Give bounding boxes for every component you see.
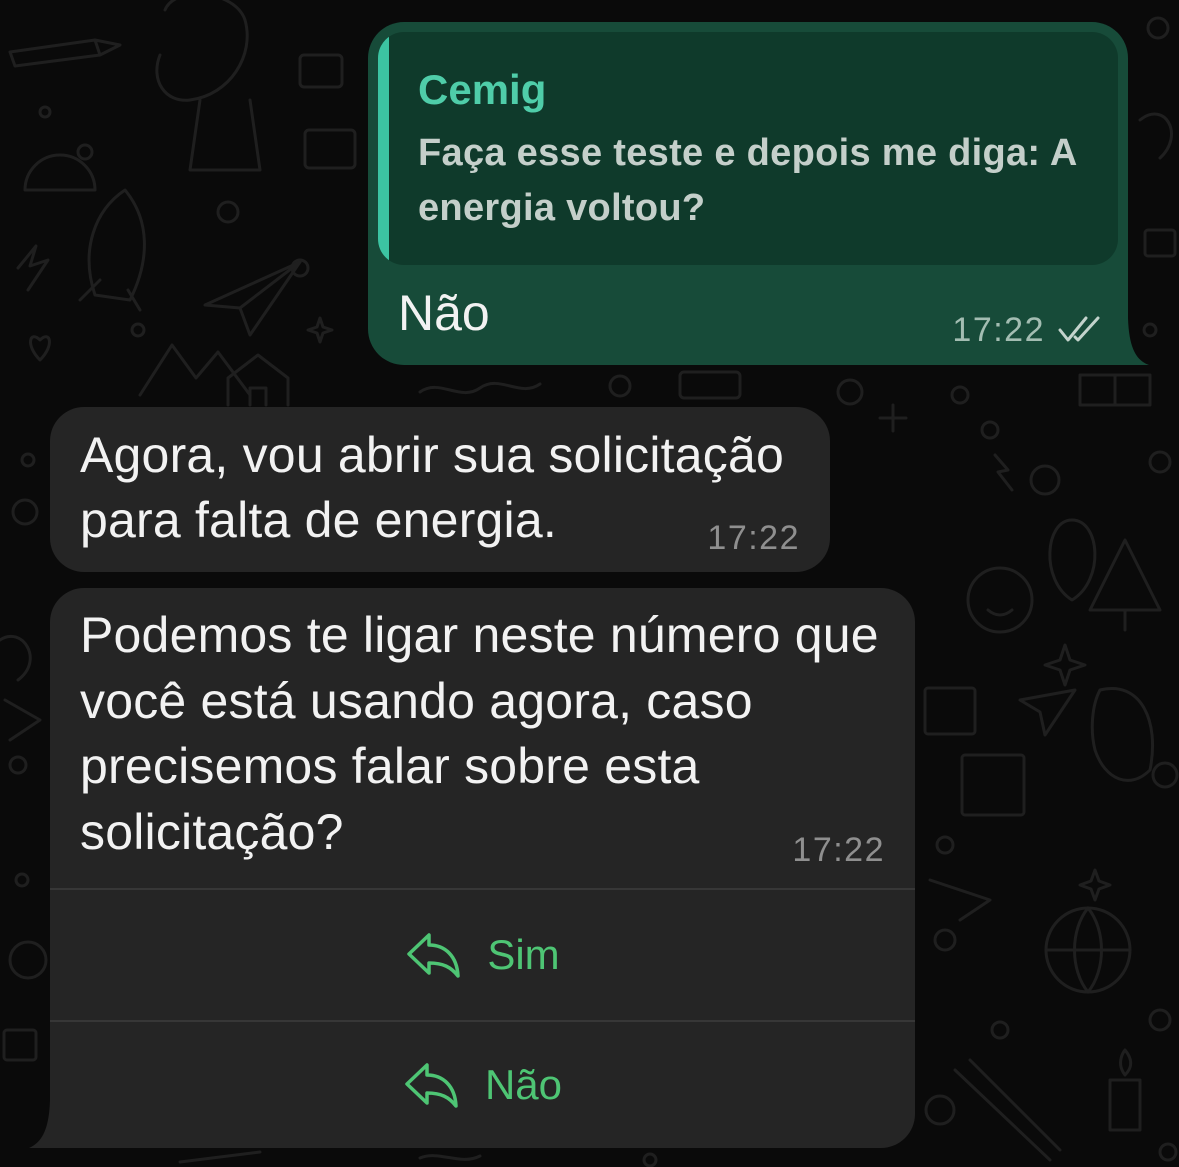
doodle-tree xyxy=(1088,538,1162,632)
doodle-heart xyxy=(29,335,51,362)
doodle-candle xyxy=(1108,1048,1142,1132)
reply-icon-shape xyxy=(407,932,461,978)
message-text-line: precisemos falar sobre esta xyxy=(80,738,700,794)
reply-icon xyxy=(407,932,461,978)
chat-screen: Cemig Faça esse teste e depois me diga: … xyxy=(0,0,1179,1167)
message-text-line: você está usando agora, caso xyxy=(80,672,753,729)
outgoing-bubble-tail xyxy=(1128,318,1149,365)
doodle-circle xyxy=(216,200,240,224)
quoted-message-text: Faça esse teste e depois me diga: A ener… xyxy=(418,126,1078,236)
doodle-figure-body xyxy=(188,98,262,172)
doodle-circle xyxy=(935,835,955,855)
doodle-arrow xyxy=(928,878,992,922)
doodle-circle xyxy=(8,755,28,775)
incoming-bubble-tail-shape xyxy=(29,1100,52,1148)
doodle-circle xyxy=(933,928,957,952)
doodle-face xyxy=(966,566,1034,634)
doodle-brick xyxy=(1078,373,1152,407)
message-text: Não xyxy=(398,283,490,343)
reply-icon xyxy=(405,1062,458,1108)
doodle-circle xyxy=(990,1020,1010,1040)
doodle-box xyxy=(298,53,344,89)
message-text-line: Podemos te ligar neste número que xyxy=(80,607,879,663)
doodle-circle xyxy=(130,322,146,338)
doodle-face-smile xyxy=(986,608,1014,617)
doodle-circle xyxy=(14,872,30,888)
message-time: 17:22 xyxy=(792,831,885,869)
doodle-arrow xyxy=(3,698,42,742)
message-time: 17:22 xyxy=(952,311,1045,349)
doodle-star xyxy=(1078,868,1112,902)
message-text: Agora, vou abrir sua solicitação para fa… xyxy=(80,423,784,553)
doodle-star xyxy=(306,316,334,344)
quoted-message-text-line: energia voltou? xyxy=(418,187,706,229)
message-text-line: para falta de energia. xyxy=(80,492,557,548)
doodle-box xyxy=(2,1028,38,1062)
incoming-message-bubble-with-buttons[interactable]: Podemos te ligar neste número que você e… xyxy=(29,588,915,1148)
incoming-bubble-tail xyxy=(29,1100,52,1148)
doodle-circle xyxy=(1158,1142,1178,1162)
doodle-circle xyxy=(1148,1008,1172,1032)
doodle-frame xyxy=(960,753,1026,817)
doodle-bolt xyxy=(16,244,50,292)
doodle-rocket xyxy=(78,188,146,312)
doodle-circle xyxy=(980,420,1000,440)
message-text-line: solicitação? xyxy=(80,803,344,860)
quoted-message-author: Cemig xyxy=(418,66,547,113)
doodle-paper-plane xyxy=(203,260,302,337)
doodle-mountain xyxy=(138,343,252,397)
message-text-line: Agora, vou abrir sua solicitação xyxy=(80,427,784,483)
quick-reply-button-nao[interactable]: Não xyxy=(50,1021,915,1148)
message-time: 17:22 xyxy=(707,519,800,557)
doodle-avocado xyxy=(1048,518,1097,602)
doodle-star xyxy=(1043,643,1087,687)
doodle-circle xyxy=(8,940,48,980)
doodle-circle xyxy=(11,498,39,526)
doodle-circle xyxy=(1029,464,1061,496)
quick-reply-label: Não xyxy=(484,1060,563,1108)
doodle-line xyxy=(178,1150,262,1164)
doodle-circle xyxy=(76,143,94,161)
doodle-circle xyxy=(1148,450,1172,474)
doodle-leaf xyxy=(0,634,32,682)
doodle-circle xyxy=(1146,16,1170,40)
doodle-squiggle xyxy=(418,381,542,395)
message-text-line: Não xyxy=(398,285,490,341)
double-check-icon xyxy=(1058,316,1100,342)
doodle-rocket xyxy=(1090,687,1155,782)
doodle-circle xyxy=(642,1152,658,1167)
doodle-circle xyxy=(20,452,36,468)
doodle-box xyxy=(303,128,357,170)
doodle-circle xyxy=(608,374,632,398)
doodle-brick xyxy=(678,370,742,400)
outgoing-bubble-tail-shape xyxy=(1128,318,1149,365)
incoming-message-bubble[interactable]: Agora, vou abrir sua solicitação para fa… xyxy=(50,407,830,572)
doodle-paper-plane xyxy=(1018,688,1077,737)
reply-icon-shape xyxy=(405,1062,458,1108)
doodle-box xyxy=(1143,228,1177,258)
message-text: Podemos te ligar neste número que você e… xyxy=(80,603,879,865)
doodle-frame xyxy=(923,686,977,736)
doodle-figure xyxy=(155,0,249,102)
doodle-circle xyxy=(38,105,52,119)
doodle-bolt xyxy=(993,453,1014,492)
doodle-pencil xyxy=(8,38,122,68)
quick-reply-button-sim[interactable]: Sim xyxy=(50,889,915,1020)
doodle-squiggle xyxy=(418,1154,482,1161)
doodle-plus xyxy=(878,403,908,433)
doodle-circle xyxy=(950,385,970,405)
outgoing-message-bubble[interactable]: Cemig Faça esse teste e depois me diga: … xyxy=(368,22,1149,365)
doodle-flower xyxy=(836,378,864,406)
doodle-circle xyxy=(924,1094,956,1126)
doodle-curve xyxy=(1138,112,1173,160)
quoted-message-text-line: Faça esse teste e depois me diga: A xyxy=(418,132,1078,174)
quick-reply-label: Sim xyxy=(487,930,560,978)
doodle-circle xyxy=(1151,761,1179,789)
doodle-chopsticks xyxy=(953,1058,1062,1162)
quoted-message[interactable]: Cemig Faça esse teste e depois me diga: … xyxy=(378,32,1118,265)
quote-accent-bar xyxy=(378,32,389,265)
